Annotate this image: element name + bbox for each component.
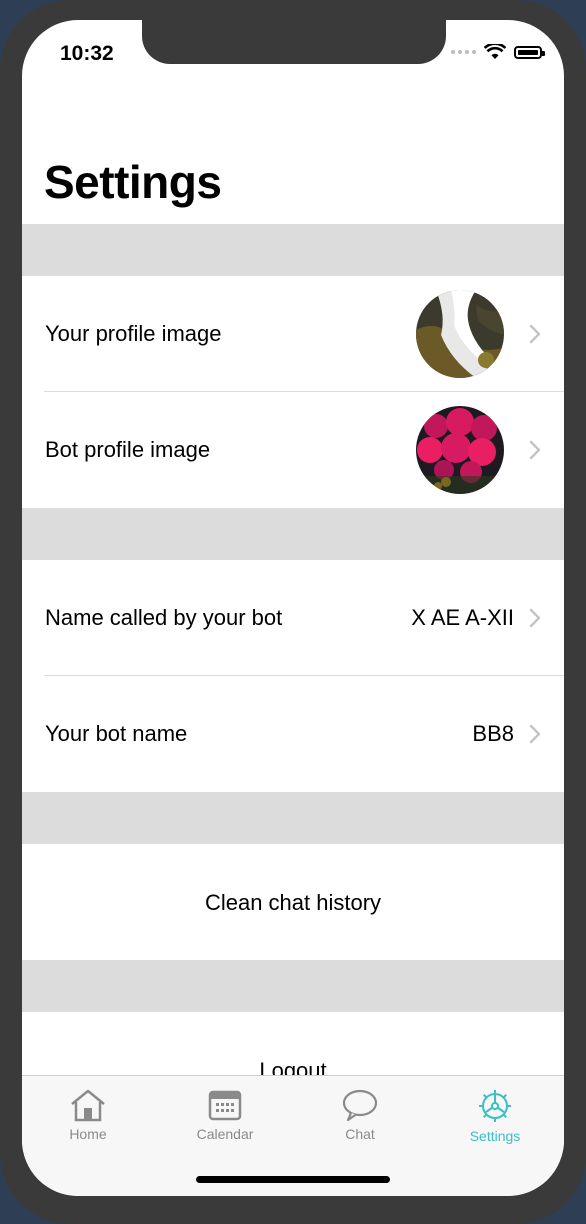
bot-profile-image-label: Bot profile image xyxy=(45,437,211,462)
screen: 10:32 Settings Your profile image Bot pr… xyxy=(22,20,564,1196)
clean-chat-history-label: Clean chat history xyxy=(204,890,382,915)
tab-settings[interactable]: Settings xyxy=(445,1088,545,1144)
bot-avatar xyxy=(416,406,504,494)
chat-bubble-icon xyxy=(342,1089,378,1122)
section-gap xyxy=(22,792,564,844)
status-icons xyxy=(451,44,545,60)
cellular-signal-icon xyxy=(451,50,476,54)
name-called-by-bot-label: Name called by your bot xyxy=(45,605,283,630)
bot-profile-image-row[interactable]: Bot profile image xyxy=(22,392,564,508)
tab-home[interactable]: Home xyxy=(38,1088,138,1142)
tab-chat[interactable]: Chat xyxy=(310,1088,410,1142)
calendar-icon xyxy=(208,1090,242,1121)
chevron-right-icon xyxy=(529,608,541,628)
gear-icon xyxy=(479,1090,511,1122)
your-profile-image-label: Your profile image xyxy=(45,321,222,346)
tab-calendar-label: Calendar xyxy=(196,1126,254,1142)
your-profile-image-row[interactable]: Your profile image xyxy=(22,276,564,392)
name-called-by-bot-value: X AE A-XII xyxy=(411,605,514,630)
tab-home-label: Home xyxy=(69,1126,107,1142)
device-frame: 10:32 Settings Your profile image Bot pr… xyxy=(0,0,586,1224)
section-gap xyxy=(22,224,564,276)
page-title: Settings xyxy=(44,156,222,208)
tab-settings-label: Settings xyxy=(469,1128,521,1144)
bot-name-row[interactable]: Your bot name BB8 xyxy=(22,676,564,792)
tab-chat-label: Chat xyxy=(345,1126,375,1142)
name-called-by-bot-row[interactable]: Name called by your bot X AE A-XII xyxy=(22,560,564,676)
status-time: 10:32 xyxy=(60,42,114,65)
section-gap xyxy=(22,960,564,1012)
home-indicator[interactable] xyxy=(196,1176,390,1183)
chevron-right-icon xyxy=(529,440,541,460)
tab-calendar[interactable]: Calendar xyxy=(175,1088,275,1142)
house-icon xyxy=(71,1089,105,1122)
section-gap xyxy=(22,508,564,560)
battery-icon xyxy=(514,45,545,59)
wifi-icon xyxy=(484,44,506,59)
user-avatar xyxy=(416,290,504,378)
bot-name-label: Your bot name xyxy=(45,721,188,746)
clean-chat-history-button[interactable]: Clean chat history xyxy=(22,844,564,960)
chevron-right-icon xyxy=(529,724,541,744)
bot-name-value: BB8 xyxy=(472,721,514,746)
chevron-right-icon xyxy=(529,324,541,344)
notch xyxy=(142,20,446,64)
